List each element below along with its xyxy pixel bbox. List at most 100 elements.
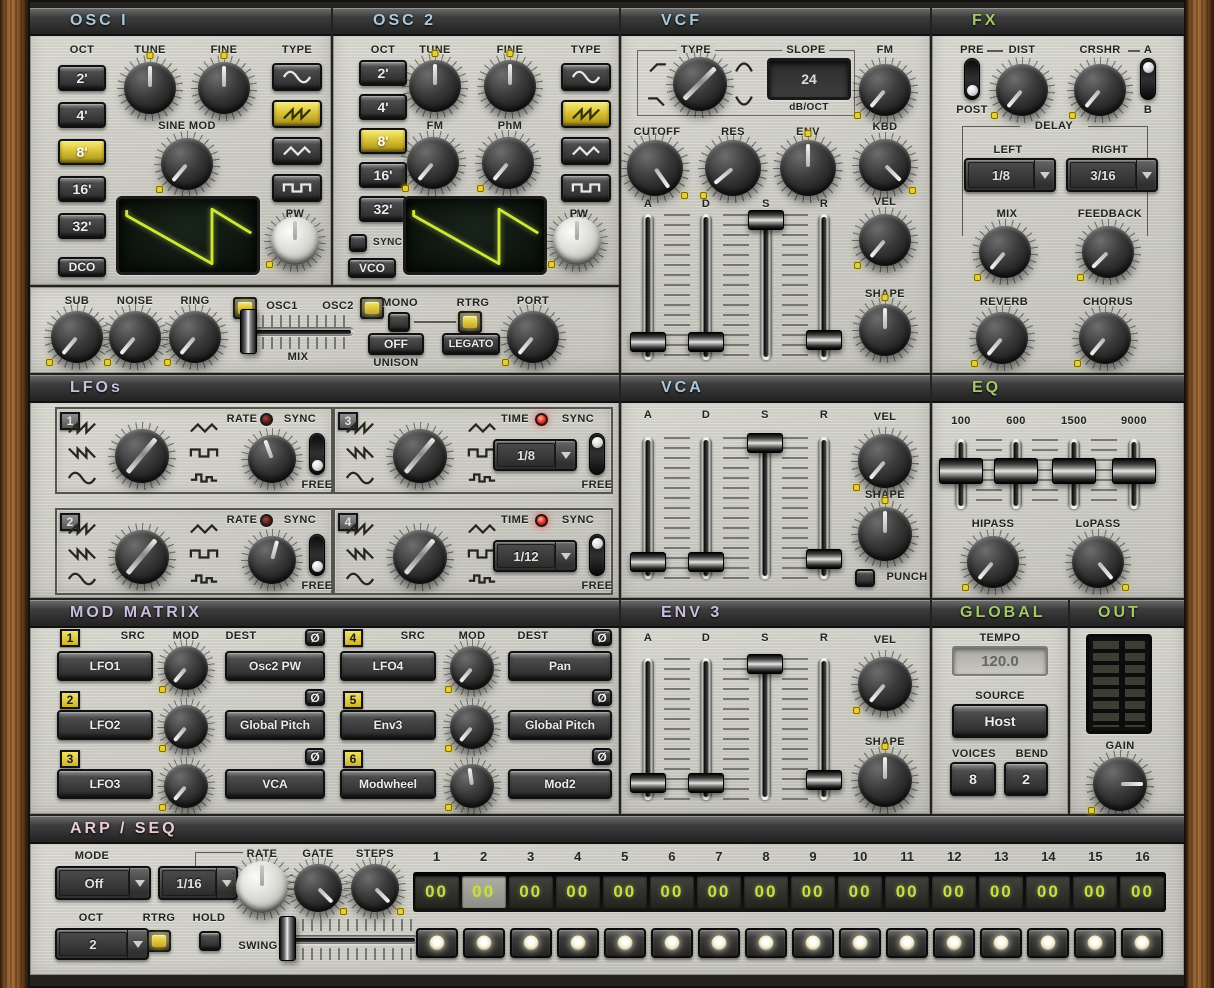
step-gate-button[interactable] (698, 928, 740, 958)
mod-row3-amount-knob[interactable] (156, 756, 216, 816)
mod-row1-amount-knob[interactable] (156, 638, 216, 698)
unison-off-button[interactable]: OFF (368, 333, 424, 355)
step-gate-button[interactable] (463, 928, 505, 958)
osc2-type-sine-button[interactable] (561, 63, 611, 91)
slider-cap[interactable] (806, 549, 842, 569)
step-gate-button[interactable] (1027, 928, 1069, 958)
mod-row1-dest-button[interactable]: Osc2 PW (225, 651, 325, 681)
step-gate-button[interactable] (745, 928, 787, 958)
vcf-kbd-knob[interactable] (851, 131, 919, 199)
vcf-sustain-slider[interactable] (748, 214, 784, 360)
mod-row2-invert-button[interactable]: Ø (305, 689, 325, 706)
step-gate-button[interactable] (933, 928, 975, 958)
step-gate-button[interactable] (651, 928, 693, 958)
step-gate-button[interactable] (839, 928, 881, 958)
chevron-down-icon[interactable] (129, 868, 149, 898)
arp-mode-dropdown[interactable]: Off (55, 866, 151, 900)
slider-cap[interactable] (806, 770, 842, 790)
vcf-decay-slider[interactable] (688, 214, 724, 360)
port-knob[interactable] (499, 303, 567, 371)
chevron-down-icon[interactable] (1034, 160, 1054, 190)
chevron-down-icon[interactable] (127, 930, 147, 958)
chevron-down-icon[interactable] (555, 441, 575, 469)
mod-row6-amount-knob[interactable] (442, 756, 502, 816)
slider-cap[interactable] (630, 773, 666, 793)
step-value-display[interactable]: 00 (932, 876, 976, 908)
vcf-type-selector-knob[interactable] (665, 49, 735, 119)
osc1-type-tri-button[interactable] (272, 137, 322, 165)
lfo1-sync-free-toggle[interactable] (309, 433, 325, 475)
vcf-env-knob[interactable] (772, 132, 844, 204)
eq-lopass-knob[interactable] (1064, 528, 1132, 596)
osc1-oct-button[interactable]: 32' (58, 213, 106, 239)
mod-row5-invert-button[interactable]: Ø (592, 689, 612, 706)
lfo3-wave-selector-knob[interactable] (385, 421, 455, 491)
osc2-tune-knob[interactable] (401, 52, 469, 120)
step-value-display[interactable]: 00 (650, 876, 694, 908)
mod-row2-amount-knob[interactable] (156, 697, 216, 757)
mod-row6-invert-button[interactable]: Ø (592, 748, 612, 765)
vca-decay-slider[interactable] (688, 437, 724, 579)
step-gate-button[interactable] (886, 928, 928, 958)
slider-cap[interactable] (748, 210, 784, 230)
chevron-down-icon[interactable] (555, 542, 575, 570)
slider-cap[interactable] (630, 552, 666, 572)
osc1-sinemod-knob[interactable] (153, 130, 221, 198)
mono-button[interactable] (388, 312, 410, 332)
step-gate-button[interactable] (416, 928, 458, 958)
vca-vel-knob[interactable] (850, 426, 920, 496)
osc1-oct-button[interactable]: 2' (58, 65, 106, 91)
vcf-release-slider[interactable] (806, 214, 842, 360)
swing-slider-track[interactable] (288, 935, 418, 944)
slider-cap[interactable] (688, 773, 724, 793)
mod-row3-dest-button[interactable]: VCA (225, 769, 325, 799)
lfo2-rate-knob[interactable] (240, 528, 304, 592)
tempo-display[interactable]: 120.0 (952, 646, 1048, 676)
mod-row1-src-button[interactable]: LFO1 (57, 651, 153, 681)
mix-slider-handle[interactable] (240, 309, 257, 354)
step-value-display[interactable]: 00 (744, 876, 788, 908)
osc2-pw-knob[interactable] (545, 209, 609, 273)
osc1-fine-knob[interactable] (190, 54, 258, 122)
osc1-type-sine-button[interactable] (272, 63, 322, 91)
slider-cap[interactable] (1112, 458, 1156, 484)
step-gate-button[interactable] (1074, 928, 1116, 958)
mod-row2-src-button[interactable]: LFO2 (57, 710, 153, 740)
step-value-display[interactable]: 00 (415, 876, 459, 908)
mod-row3-src-button[interactable]: LFO3 (57, 769, 153, 799)
step-value-display[interactable]: 00 (509, 876, 553, 908)
osc1-type-saw-button[interactable] (272, 100, 322, 128)
fx-dist-knob[interactable] (988, 56, 1056, 124)
mod-row2-dest-button[interactable]: Global Pitch (225, 710, 325, 740)
osc1-oct-button[interactable]: 4' (58, 102, 106, 128)
ring-knob[interactable] (161, 303, 229, 371)
mod-row4-amount-knob[interactable] (442, 638, 502, 698)
gain-knob[interactable] (1085, 749, 1155, 819)
env3-shape-knob[interactable] (850, 745, 920, 815)
vca-sustain-slider[interactable] (747, 437, 783, 579)
arp-hold-button[interactable] (199, 931, 221, 951)
step-value-display[interactable]: 00 (838, 876, 882, 908)
step-value-display[interactable]: 00 (1073, 876, 1117, 908)
mod-row1-invert-button[interactable]: Ø (305, 629, 325, 646)
delay-feedback-knob[interactable] (1074, 218, 1142, 286)
osc2-sync-button[interactable] (349, 234, 367, 252)
step-value-display[interactable]: 00 (462, 876, 506, 908)
chorus-knob[interactable] (1071, 304, 1139, 372)
osc1-oct-button[interactable]: 16' (58, 176, 106, 202)
step-gate-button[interactable] (510, 928, 552, 958)
bend-button[interactable]: 2 (1004, 762, 1048, 796)
rtrg-led-button[interactable] (458, 311, 482, 333)
lfo1-rate-knob[interactable] (240, 427, 304, 491)
osc2-enable-led-button[interactable] (360, 297, 384, 319)
step-value-display[interactable]: 00 (556, 876, 600, 908)
osc1-type-square-button[interactable] (272, 174, 322, 202)
mod-row5-src-button[interactable]: Env3 (340, 710, 436, 740)
mod-row4-src-button[interactable]: LFO4 (340, 651, 436, 681)
step-value-display[interactable]: 00 (603, 876, 647, 908)
step-gate-button[interactable] (557, 928, 599, 958)
fx-crshr-knob[interactable] (1066, 56, 1134, 124)
lfo4-wave-selector-knob[interactable] (385, 522, 455, 592)
mod-row4-invert-button[interactable]: Ø (592, 629, 612, 646)
osc1-oct-button[interactable]: 8' (58, 139, 106, 165)
